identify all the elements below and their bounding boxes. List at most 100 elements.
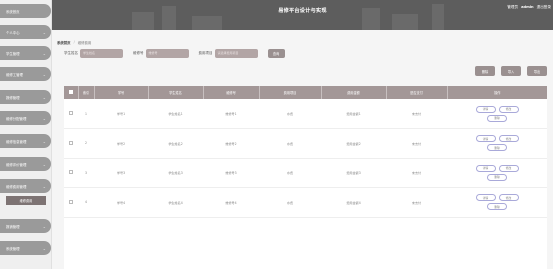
cell-ops: 详情 修改 删除 bbox=[447, 188, 547, 218]
column-header: 是否支付 bbox=[385, 86, 447, 99]
column-header: 学号 bbox=[93, 86, 148, 99]
skyline-building bbox=[192, 16, 222, 30]
search-label-name: 学生姓名 bbox=[64, 50, 78, 55]
sidebar-item-label: 维修评价管理 bbox=[6, 162, 27, 167]
chevron-down-icon: ⌄ bbox=[42, 138, 46, 144]
row-checkbox-cell bbox=[64, 188, 78, 218]
chevron-down-icon: ⌄ bbox=[42, 245, 46, 251]
cell-student-no: 学号2 bbox=[116, 141, 126, 146]
import-button[interactable]: 导入 bbox=[501, 66, 521, 76]
select-all-checkbox[interactable] bbox=[64, 86, 78, 99]
detail-button[interactable]: 详情 bbox=[475, 164, 496, 172]
edit-button[interactable]: 修改 bbox=[498, 194, 519, 202]
username: admin bbox=[521, 5, 534, 9]
sidebar-item-label: 报销管理 bbox=[6, 224, 20, 229]
cell-name: 学生姓名2 bbox=[168, 141, 183, 146]
checkbox-icon[interactable] bbox=[69, 170, 73, 175]
checkbox-icon[interactable] bbox=[69, 140, 73, 145]
cell-repair-no: 维修号2 bbox=[225, 141, 237, 146]
table-row: 1 学号1 学生姓名1 维修号1 水费 费用金额1 未支付 详情 修改 删除 bbox=[64, 99, 547, 129]
column-header: 维修号 bbox=[202, 86, 259, 99]
cell-amount: 费用金额1 bbox=[346, 112, 361, 116]
cell-item: 水费 bbox=[286, 112, 294, 116]
cell-paid: 未支付 bbox=[411, 112, 422, 116]
sidebar-item-workers[interactable]: 维修工管理 ⌄ bbox=[0, 67, 51, 81]
cell-repair-no: 维修号4 bbox=[225, 200, 237, 205]
sidebar-item-label: 个人中心 bbox=[6, 30, 20, 35]
cell-paid: 未支付 bbox=[411, 200, 422, 205]
chevron-down-icon: ⌄ bbox=[42, 183, 46, 189]
row-delete-button[interactable]: 删除 bbox=[487, 173, 507, 181]
edit-button[interactable]: 修改 bbox=[498, 105, 519, 113]
sidebar-item-assign[interactable]: 维修分配管理 ⌄ bbox=[0, 111, 51, 125]
column-header: 费用项目 bbox=[258, 86, 321, 99]
app-title: 易修平台设计与实现 bbox=[278, 8, 327, 14]
cell-index: 2 bbox=[85, 141, 87, 146]
student-name-input[interactable]: 学生姓名 bbox=[80, 48, 123, 58]
user-role: 管理员 bbox=[507, 5, 519, 9]
cell-item: 水费 bbox=[286, 200, 294, 205]
sidebar-item-label: 维修分配管理 bbox=[6, 116, 27, 121]
cell-repair-no: 维修号1 bbox=[225, 112, 237, 116]
table-row: 3 学号3 学生姓名3 维修号3 水费 费用金额3 未支付 详情 修改 删除 bbox=[64, 158, 547, 188]
cell-item: 水费 bbox=[286, 141, 294, 146]
sidebar-subitem-fees[interactable]: 维修费用 bbox=[6, 196, 46, 205]
cell-index: 3 bbox=[85, 170, 87, 175]
sidebar-item-home[interactable]: 系统首页 bbox=[0, 4, 51, 18]
sidebar-item-repair-info[interactable]: 维修信息管理 ⌄ bbox=[0, 134, 51, 148]
chevron-down-icon: ⌄ bbox=[42, 29, 46, 35]
row-checkbox-cell bbox=[64, 99, 78, 129]
cell-student-no: 学号3 bbox=[116, 171, 126, 176]
search-bar: 学生姓名 学生姓名 维修号 维修号 费用项目 请选择费用项目 查询 bbox=[64, 47, 285, 59]
sidebar-item-label: 报修管理 bbox=[6, 95, 20, 100]
cell-paid: 未支付 bbox=[411, 171, 422, 176]
detail-button[interactable]: 详情 bbox=[475, 105, 496, 113]
sidebar-item-profile[interactable]: 个人中心 ⌄ bbox=[0, 25, 51, 39]
edit-button[interactable]: 修改 bbox=[498, 164, 519, 172]
sidebar-item-fees[interactable]: 维修费用管理 ⌄ bbox=[0, 179, 51, 193]
column-header: 操作 bbox=[446, 86, 547, 99]
sidebar-item-reimburse[interactable]: 报销管理 ⌄ bbox=[0, 219, 51, 233]
top-header: 易修平台设计与实现 管理员 admin 退出登录 bbox=[52, 0, 553, 30]
cell-item: 水费 bbox=[286, 171, 294, 176]
sidebar: 系统首页 个人中心 ⌄ 学生管理 ⌄ 维修工管理 ⌄ 报修管理 ⌄ 维修分配管理 ⌄ 维修… bbox=[0, 0, 52, 269]
chevron-down-icon: ⌄ bbox=[42, 223, 46, 229]
sidebar-item-ratings[interactable]: 维修评价管理 ⌄ bbox=[0, 157, 51, 171]
row-checkbox-cell bbox=[64, 158, 78, 188]
cell-name: 学生姓名1 bbox=[168, 112, 183, 116]
cell-ops: 详情 修改 删除 bbox=[447, 129, 547, 159]
row-delete-button[interactable]: 删除 bbox=[487, 114, 507, 122]
sidebar-item-label: 维修费用管理 bbox=[6, 184, 27, 189]
checkbox-icon[interactable] bbox=[69, 199, 73, 204]
cell-name: 学生姓名4 bbox=[168, 200, 183, 205]
fee-table: 索引 学号 学生姓名 维修号 费用项目 费用金额 是否支付 操作 1 学号1 学… bbox=[64, 86, 547, 269]
sidebar-item-reports[interactable]: 报修管理 ⌄ bbox=[0, 90, 51, 104]
delete-button[interactable]: 删除 bbox=[475, 66, 495, 76]
search-label-repair-no: 维修号 bbox=[133, 50, 144, 55]
fee-item-select[interactable]: 请选择费用项目 bbox=[214, 48, 258, 58]
cell-amount: 费用金额4 bbox=[346, 200, 361, 205]
row-checkbox-cell bbox=[64, 129, 78, 159]
repair-no-input[interactable]: 维修号 bbox=[145, 48, 189, 58]
cell-repair-no: 维修号3 bbox=[225, 171, 237, 176]
edit-button[interactable]: 修改 bbox=[498, 135, 519, 143]
skyline-building bbox=[132, 12, 154, 30]
logout-link[interactable]: 退出登录 bbox=[537, 5, 551, 10]
checkbox-icon[interactable] bbox=[68, 90, 73, 94]
sidebar-item-system[interactable]: 系统管理 ⌄ bbox=[0, 241, 51, 255]
row-delete-button[interactable]: 删除 bbox=[487, 144, 507, 152]
cell-student-no: 学号4 bbox=[116, 200, 126, 205]
checkbox-icon[interactable] bbox=[69, 111, 73, 115]
search-button[interactable]: 查询 bbox=[267, 48, 285, 58]
cell-ops: 详情 修改 删除 bbox=[447, 99, 547, 129]
export-button[interactable]: 导出 bbox=[527, 66, 547, 76]
detail-button[interactable]: 详情 bbox=[475, 194, 496, 202]
cell-amount: 费用金额3 bbox=[346, 171, 361, 176]
sidebar-item-students[interactable]: 学生管理 ⌄ bbox=[0, 46, 51, 60]
breadcrumb-home[interactable]: 系统首页 bbox=[57, 40, 71, 45]
row-delete-button[interactable]: 删除 bbox=[487, 203, 507, 211]
toolbar: 删除 导入 导出 bbox=[475, 66, 547, 76]
detail-button[interactable]: 详情 bbox=[475, 135, 496, 143]
user-info: 管理员 admin 退出登录 bbox=[507, 5, 551, 10]
cell-index: 4 bbox=[85, 200, 87, 205]
